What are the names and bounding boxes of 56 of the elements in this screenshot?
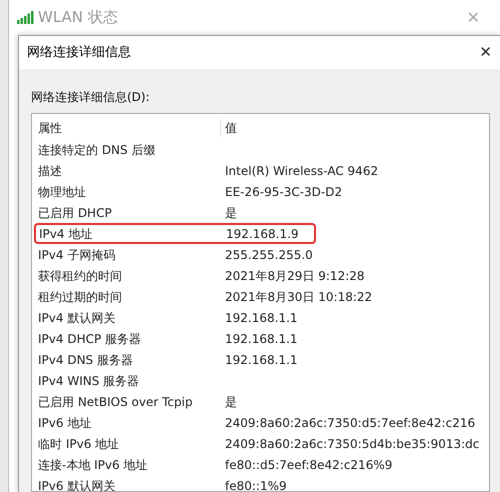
list-row[interactable]: 描述 Intel(R) Wireless-AC 9462 bbox=[38, 160, 489, 181]
value-cell-text: 2021年8月29日 9:12:28 bbox=[224, 268, 365, 284]
value-cell-text: 2409:8a60:2a6c:7350:d5:7eef:8e42:c216 bbox=[224, 414, 476, 432]
value-cell-text: 192.168.1.1 bbox=[224, 330, 298, 348]
list-row[interactable]: IPv4 DNS 服务器 192.168.1.1 bbox=[38, 349, 489, 370]
property-cell-text: IPv6 默认网关 bbox=[38, 478, 116, 491]
list-row[interactable]: 连接-本地 IPv6 地址 fe80::d5:7eef:8e42:c216%9 bbox=[38, 454, 489, 475]
list-row[interactable]: IPv4 子网掩码 255.255.255.0 bbox=[38, 244, 489, 265]
property-cell-text: 物理地址 bbox=[38, 184, 87, 200]
list-row[interactable]: IPv4 WINS 服务器 bbox=[38, 370, 489, 391]
signal-icon bbox=[17, 11, 34, 24]
value-cell-text: 2409:8a60:2a6c:7350:5d4b:be35:9013:dc bbox=[224, 436, 480, 452]
list-row[interactable]: 连接特定的 DNS 后缀 bbox=[38, 139, 489, 160]
list-row[interactable]: 获得租约的时间 2021年8月29日 9:12:28 bbox=[38, 265, 489, 286]
property-cell-text: 临时 IPv6 地址 bbox=[38, 436, 120, 452]
list-row[interactable]: 临时 IPv6 地址 2409:8a60:2a6c:7350:5d4b:be35:9013:dc bbox=[38, 433, 489, 454]
list-row[interactable]: IPv6 默认网关 fe80::1%9 bbox=[38, 475, 489, 491]
column-header[interactable]: 值 bbox=[221, 118, 237, 136]
list-row[interactable]: 已启用 DHCP 是 bbox=[38, 202, 489, 223]
value-cell-text: 255.255.255.0 bbox=[224, 246, 313, 264]
value-cell-text: fe80::d5:7eef:8e42:c216%9 bbox=[224, 456, 392, 474]
close-button[interactable]: ✕ bbox=[479, 41, 492, 64]
list-row[interactable]: IPv6 地址 2409:8a60:2a6c:7350:d5:7eef:8e42:c216 bbox=[38, 412, 489, 433]
list-row[interactable]: 已启用 NetBIOS over Tcpip 是 bbox=[38, 391, 489, 412]
value-cell-text: 192.168.1.1 bbox=[224, 352, 298, 368]
property-cell-text: IPv4 WINS 服务器 bbox=[38, 372, 140, 390]
value-cell-text: EE-26-95-3C-3D-D2 bbox=[224, 184, 342, 200]
property-cell-text: IPv4 DHCP 服务器 bbox=[38, 330, 142, 348]
value-cell-text: fe80::1%9 bbox=[224, 478, 287, 491]
property-cell-text: IPv4 地址 bbox=[39, 226, 94, 242]
value-cell-text: 192.168.1.9 bbox=[225, 226, 299, 242]
value-cell-text: Intel(R) Wireless-AC 9462 bbox=[224, 162, 378, 180]
property-cell-text: 获得租约的时间 bbox=[38, 268, 123, 284]
dialog-title: 网络连接详细信息 bbox=[27, 44, 131, 62]
property-cell-text: IPv4 默认网关 bbox=[38, 310, 116, 326]
list-row[interactable]: 物理地址 EE-26-95-3C-3D-D2 bbox=[38, 181, 489, 202]
window-title: WLAN 状态 bbox=[38, 7, 118, 28]
property-cell-text: IPv6 地址 bbox=[38, 414, 92, 432]
property-cell-text: IPv4 DNS 服务器 bbox=[38, 352, 134, 368]
value-cell-text: 是 bbox=[224, 394, 237, 410]
list-row[interactable]: IPv4 默认网关 192.168.1.1 bbox=[38, 307, 489, 328]
list-label: 网络连接详细信息(D): bbox=[31, 90, 150, 104]
property-cell-text: 描述 bbox=[38, 162, 63, 180]
property-cell-text: 已启用 NetBIOS over Tcpip bbox=[38, 394, 194, 410]
value-cell-text: 2021年8月30日 10:18:22 bbox=[224, 288, 372, 306]
value-cell-text: 是 bbox=[224, 204, 237, 222]
list-row[interactable]: IPv4 地址 192.168.1.9 bbox=[34, 223, 316, 244]
list-row[interactable]: IPv4 DHCP 服务器 192.168.1.1 bbox=[38, 328, 489, 349]
list-row[interactable]: 租约过期的时间 2021年8月30日 10:18:22 bbox=[38, 286, 489, 307]
property-cell-text: IPv4 子网掩码 bbox=[38, 246, 116, 264]
property-cell-text: 已启用 DHCP bbox=[38, 204, 113, 222]
value-cell-text: 192.168.1.1 bbox=[224, 310, 298, 326]
property-cell-text: 连接特定的 DNS 后缀 bbox=[38, 142, 156, 158]
column-header[interactable]: 属性 bbox=[38, 118, 221, 136]
property-cell-text: 租约过期的时间 bbox=[38, 288, 123, 306]
property-cell-text: 连接-本地 IPv6 地址 bbox=[38, 456, 148, 474]
